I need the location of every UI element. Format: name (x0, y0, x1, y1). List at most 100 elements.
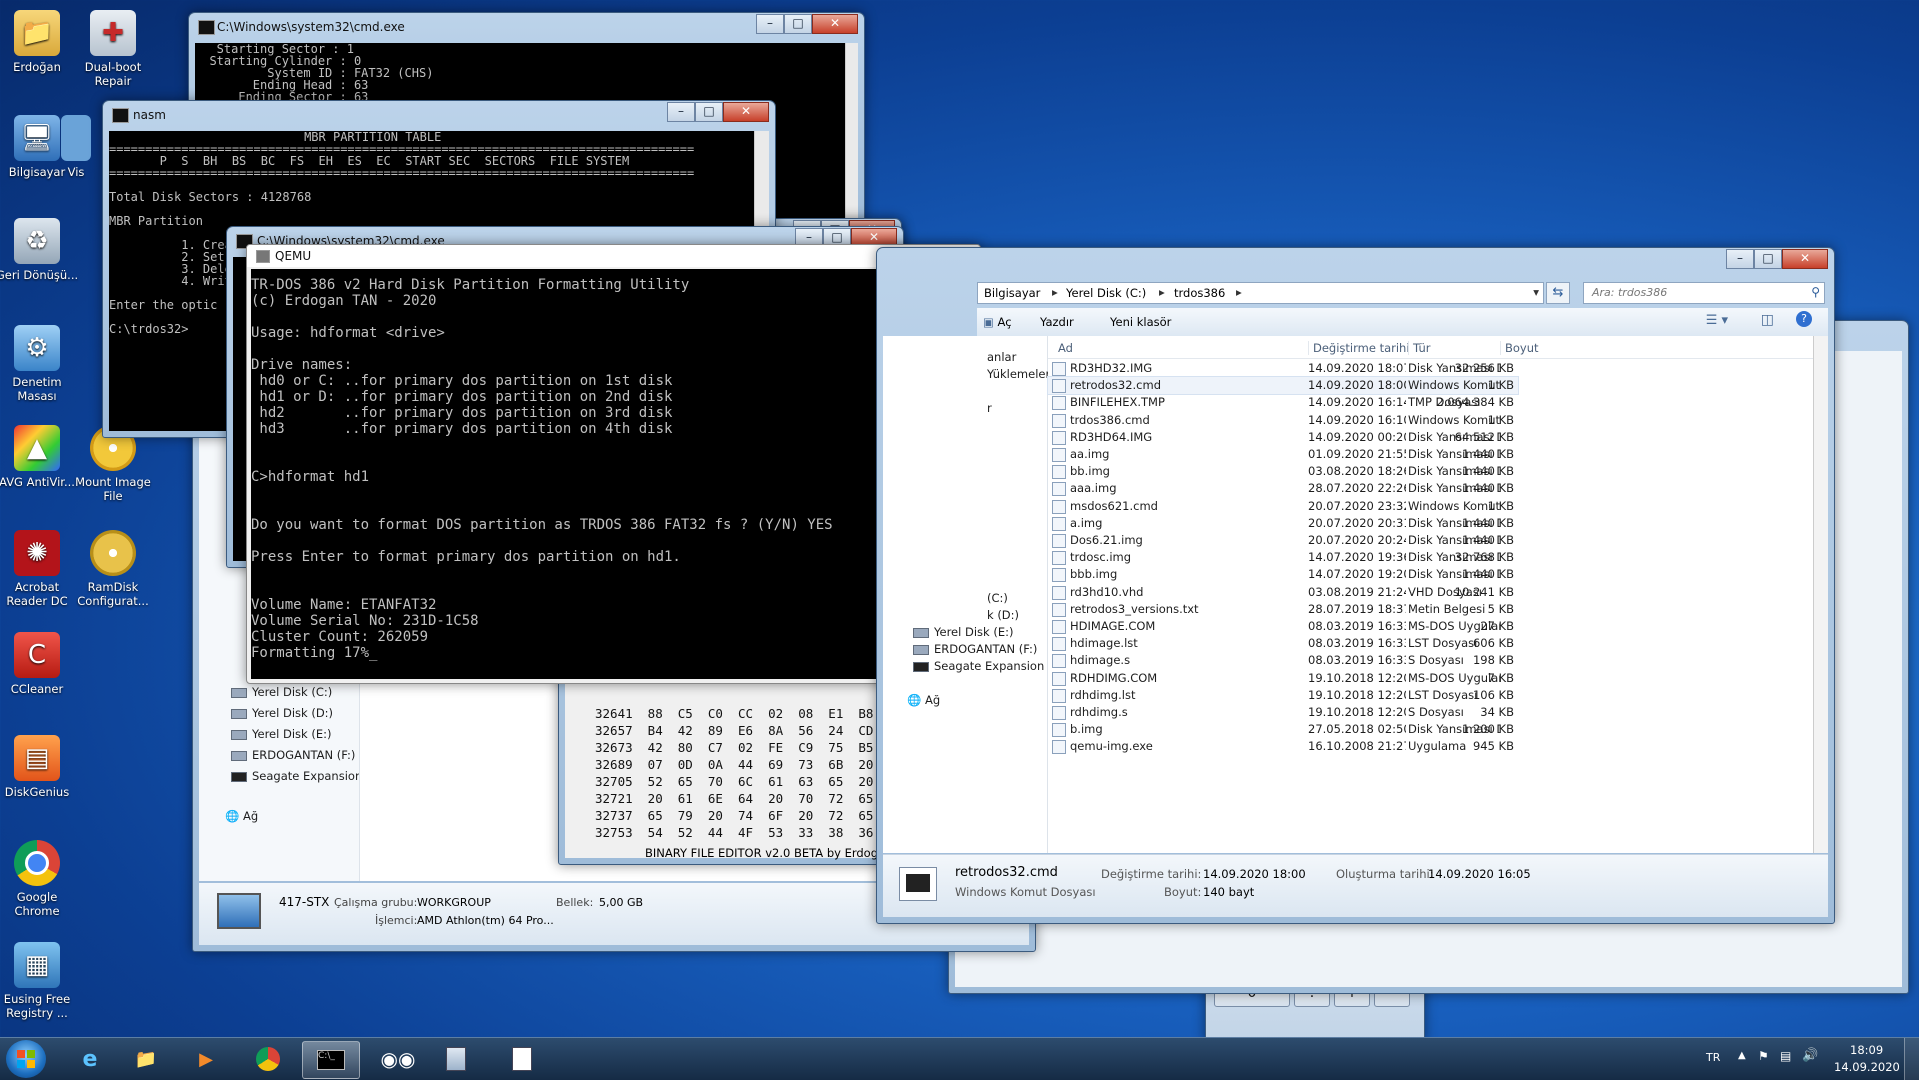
taskbar-ie[interactable]: e (62, 1041, 118, 1077)
file-row[interactable]: Dos6.21.img 20.07.2020 20:24 Disk Yansımas… (1048, 532, 1518, 549)
new-folder-button[interactable]: Yeni klasör (1110, 315, 1171, 329)
nav-drive-e[interactable]: Yerel Disk (E:) (231, 727, 331, 741)
taskbar-explorer[interactable]: 📁 (118, 1041, 174, 1077)
desktop-icon-ramdisk[interactable]: RamDisk Configurat... (70, 530, 156, 608)
file-row[interactable]: RDHDIMG.COM 19.10.2018 12:20 MS-DOS Uygula… (1048, 670, 1518, 687)
chevron-down-icon[interactable]: ▾ (1533, 285, 1539, 299)
desktop-icon-erdogan[interactable]: 📁 Erdoğan (0, 10, 80, 74)
tray-show-hidden-icon[interactable]: ▲ (1738, 1050, 1746, 1061)
qemu-screen[interactable]: TR-DOS 386 v2 Hard Disk Partition Format… (251, 269, 976, 679)
file-row[interactable]: retrodos3_versions.txt 28.07.2019 18:37 Me… (1048, 601, 1518, 618)
breadcrumb-bilgisayar[interactable]: Bilgisayar (984, 286, 1040, 300)
language-indicator[interactable]: TR (1706, 1051, 1720, 1064)
desktop-icon-diskgenius[interactable]: ▤ DiskGenius (0, 735, 80, 799)
taskbar-cmd[interactable]: C:\_ (302, 1041, 360, 1079)
close-button[interactable]: ✕ (812, 14, 858, 34)
file-row[interactable]: BINFILEHEX.TMP 14.09.2020 16:14 TMP Dosyas… (1048, 394, 1518, 411)
file-row[interactable]: a.img20.07.2020 20:31Disk Yansıması Do..… (1048, 515, 1518, 532)
nav-drive-f[interactable]: ERDOGANTAN (F:) (913, 642, 1037, 656)
file-row[interactable]: bbb.img14.07.2020 19:20Disk Yansıması Do… (1048, 566, 1518, 583)
nav-drive-e[interactable]: Yerel Disk (E:) (913, 625, 1013, 639)
address-bar[interactable]: Bilgisayar ▸ Yerel Disk (C:) ▸ trdos386 … (977, 282, 1544, 304)
file-row[interactable]: retrodos32.cmd 14.09.2020 18:00 Windows Ko… (1047, 376, 1519, 396)
nav-drive-c[interactable]: Yerel Disk (C:) (231, 685, 332, 699)
explorer-window[interactable]: – □ ✕ Bilgisayar ▸ Yerel Disk (C:) ▸ trdos… (876, 247, 1835, 924)
taskbar-chrome[interactable] (240, 1041, 296, 1077)
open-button[interactable]: ▣ Aç (983, 315, 1012, 329)
desktop-icon-vis[interactable]: Vis (56, 115, 96, 179)
file-row[interactable]: rdhdimg.s 19.10.2018 12:20 S Dosyası 34 KB (1048, 704, 1518, 721)
search-icon[interactable]: ⚲ (1811, 285, 1820, 299)
taskbar-calculator[interactable] (428, 1041, 484, 1077)
nav-drive-seagate[interactable]: Seagate Expansion D (913, 659, 1047, 673)
minimize-button[interactable]: – (1726, 249, 1754, 269)
close-button[interactable]: ✕ (1782, 249, 1828, 269)
maximize-button[interactable]: □ (784, 14, 812, 34)
desktop-icon-recycle-bin[interactable]: ♻ Geri Dönüşü... (0, 218, 80, 282)
file-row[interactable]: bb.img03.08.2020 18:26Disk Yansıması Do.… (1048, 463, 1518, 480)
volume-icon[interactable]: 🔊 (1802, 1048, 1818, 1063)
print-button[interactable]: Yazdır (1040, 315, 1074, 329)
title-bar[interactable]: –□✕ (877, 248, 1834, 276)
start-button[interactable] (6, 1040, 46, 1078)
nav-drive-d[interactable]: Yerel Disk (D:) (231, 706, 333, 720)
search-input[interactable]: Ara: trdos386 ⚲ (1583, 282, 1825, 304)
nav-recent[interactable]: anlar (987, 350, 1016, 364)
column-name[interactable]: Ad (1058, 341, 1073, 355)
file-row[interactable]: b.img27.05.2018 02:50Disk Yansıması Do..… (1048, 721, 1518, 738)
action-center-icon[interactable]: ⚑ (1758, 1049, 1769, 1063)
file-row[interactable]: msdos621.cmd 20.07.2020 23:32 Windows Komu… (1048, 498, 1518, 515)
preview-pane-icon[interactable]: ◫ (1761, 312, 1774, 328)
desktop-icon-ccleaner[interactable]: C CCleaner (0, 632, 80, 696)
view-options-icon[interactable]: ☰ ▾ (1706, 313, 1728, 328)
clock-date[interactable]: 14.09.2020 (1834, 1060, 1900, 1074)
file-row[interactable]: rdhdimg.lst 19.10.2018 12:20 LST Dosyası 10… (1048, 687, 1518, 704)
nav-downloads[interactable]: Yüklemeler (987, 367, 1050, 381)
taskbar-media-player[interactable]: ▶ (178, 1041, 234, 1077)
file-row[interactable]: aaa.img28.07.2020 22:26Disk Yansıması Do… (1048, 480, 1518, 497)
close-button[interactable]: ✕ (723, 102, 769, 122)
file-row[interactable]: hdimage.s 08.03.2019 16:33 S Dosyası 198 KB (1048, 652, 1518, 669)
desktop-icon-control-panel[interactable]: ⚙ Denetim Masası (0, 325, 80, 403)
qemu-window[interactable]: QEMU – □ ✕ TR-DOS 386 v2 Hard Disk Parti… (246, 244, 981, 684)
desktop-icon-acrobat[interactable]: ✺ Acrobat Reader DC (0, 530, 80, 608)
desktop-icon-chrome[interactable]: Google Chrome (0, 840, 80, 918)
column-date[interactable]: Değiştirme tarihi (1308, 341, 1410, 355)
nav-drive-f[interactable]: ERDOGANTAN (F:) (231, 748, 355, 762)
nav-partial-item[interactable]: r (987, 401, 992, 415)
file-row[interactable]: trdos386.cmd 14.09.2020 16:10 Windows Komu… (1048, 412, 1518, 429)
file-row[interactable]: rd3hd10.vhd 03.08.2019 21:24 VHD Dosyası 10… (1048, 584, 1518, 601)
nav-drive-c[interactable]: (C:) (987, 591, 1008, 605)
breadcrumb-trdos386[interactable]: trdos386 (1174, 286, 1225, 300)
network-tray-icon[interactable]: ▤ (1780, 1049, 1791, 1063)
file-row[interactable]: trdosc.img 14.07.2020 19:36 Disk Yansıması… (1048, 549, 1518, 566)
show-desktop-button[interactable] (1904, 1038, 1919, 1080)
desktop-icon-avg[interactable]: ▲ AVG AntiVir... (0, 425, 80, 489)
nav-drive-seagate[interactable]: Seagate Expansion D (231, 769, 359, 783)
file-row[interactable]: RD3HD64.IMG 14.09.2020 00:20 Disk Yansımas… (1048, 429, 1518, 446)
maximize-button[interactable]: □ (1754, 249, 1782, 269)
maximize-button[interactable]: □ (695, 102, 723, 122)
file-row[interactable]: HDIMAGE.COM 08.03.2019 16:33 MS-DOS Uygula… (1048, 618, 1518, 635)
title-bar[interactable]: nasm – □ ✕ (103, 101, 775, 129)
help-icon[interactable]: ? (1796, 311, 1812, 327)
file-row[interactable]: hdimage.lst 08.03.2019 16:33 LST Dosyası 60… (1048, 635, 1518, 652)
file-row[interactable]: aa.img01.09.2020 21:55Disk Yansıması Do.… (1048, 446, 1518, 463)
minimize-button[interactable]: – (667, 102, 695, 122)
desktop-icon-dual-boot-repair[interactable]: ✚ Dual-boot Repair (70, 10, 156, 88)
title-bar[interactable]: C:\Windows\system32\cmd.exe – □ ✕ (189, 13, 864, 41)
column-size[interactable]: Boyut (1500, 341, 1539, 355)
file-row[interactable]: qemu-img.exe 16.10.2008 21:27 Uygulama 945 … (1048, 738, 1518, 755)
vertical-scrollbar[interactable] (1813, 336, 1828, 853)
minimize-button[interactable]: – (756, 14, 784, 34)
title-bar[interactable]: QEMU – □ ✕ (247, 245, 980, 267)
breadcrumb-drive-c[interactable]: Yerel Disk (C:) (1066, 286, 1146, 300)
nav-network[interactable]: 🌐 Ağ (225, 809, 258, 823)
taskbar-qemu[interactable]: ◉◉ (370, 1041, 426, 1077)
clock-time[interactable]: 18:09 (1850, 1043, 1883, 1057)
desktop-icon-eusing[interactable]: ▦ Eusing Free Registry ... (0, 942, 80, 1020)
file-row[interactable]: RD3HD32.IMG 14.09.2020 18:07 Disk Yansımas… (1048, 360, 1518, 377)
taskbar-hex-editor[interactable] (494, 1041, 550, 1077)
nav-network[interactable]: 🌐 Ağ (907, 693, 940, 707)
refresh-button[interactable]: ⇆ (1546, 282, 1570, 304)
